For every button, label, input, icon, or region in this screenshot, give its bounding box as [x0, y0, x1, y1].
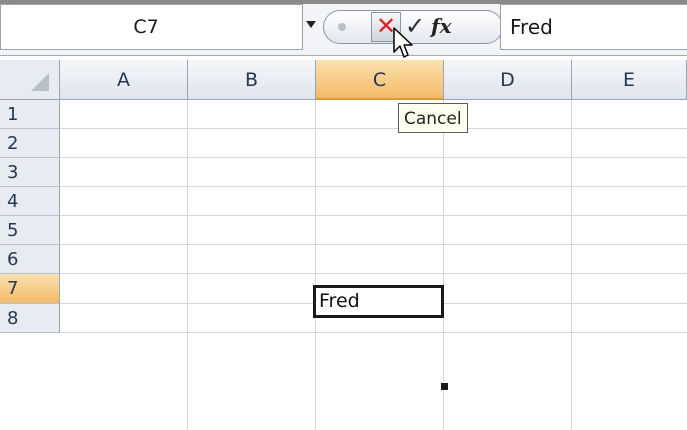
- formula-bar: C7 ✕ ✓ fx Fred: [0, 4, 687, 56]
- column-header-b[interactable]: B: [188, 60, 316, 100]
- row-header-5[interactable]: 5: [0, 216, 60, 245]
- name-box-value: C7: [133, 16, 159, 38]
- mouse-cursor-icon: [393, 27, 413, 58]
- cell-value: Fred: [319, 290, 360, 312]
- expand-dot-icon[interactable]: [338, 23, 346, 31]
- gridline: [60, 332, 687, 333]
- row-header-7[interactable]: 7: [0, 274, 60, 304]
- row-header-4[interactable]: 4: [0, 187, 60, 216]
- column-header-d[interactable]: D: [444, 60, 572, 100]
- cancel-tooltip: Cancel: [398, 103, 468, 133]
- gridline: [60, 157, 687, 158]
- column-header-a[interactable]: A: [60, 60, 188, 100]
- gridline: [60, 186, 687, 187]
- gridline: [443, 100, 444, 430]
- gridline: [60, 215, 687, 216]
- insert-function-button[interactable]: fx: [431, 11, 452, 41]
- row-header-6[interactable]: 6: [0, 245, 60, 274]
- gridline: [60, 273, 687, 274]
- gridline: [571, 100, 572, 430]
- column-header-e[interactable]: E: [572, 60, 687, 100]
- chevron-down-icon[interactable]: [306, 21, 316, 28]
- active-cell-c7[interactable]: Fred: [313, 285, 444, 318]
- column-header-c[interactable]: C: [316, 60, 444, 100]
- gridline: [187, 100, 188, 430]
- name-box[interactable]: C7: [0, 4, 303, 50]
- row-header-3[interactable]: 3: [0, 158, 60, 187]
- formula-input[interactable]: Fred: [500, 4, 687, 50]
- gridline: [60, 128, 687, 129]
- row-header-8[interactable]: 8: [0, 304, 60, 333]
- row-header-2[interactable]: 2: [0, 129, 60, 158]
- worksheet-grid: A B C D E 1 2 3 4 5 6 7 8 Fred: [0, 60, 687, 430]
- row-header-1[interactable]: 1: [0, 100, 60, 129]
- gridline: [315, 100, 316, 430]
- select-all-button[interactable]: [0, 60, 60, 100]
- select-all-icon: [31, 73, 49, 91]
- gridline: [60, 244, 687, 245]
- formula-value: Fred: [510, 15, 553, 39]
- function-icon: fx: [431, 14, 452, 38]
- fill-handle[interactable]: [440, 382, 449, 391]
